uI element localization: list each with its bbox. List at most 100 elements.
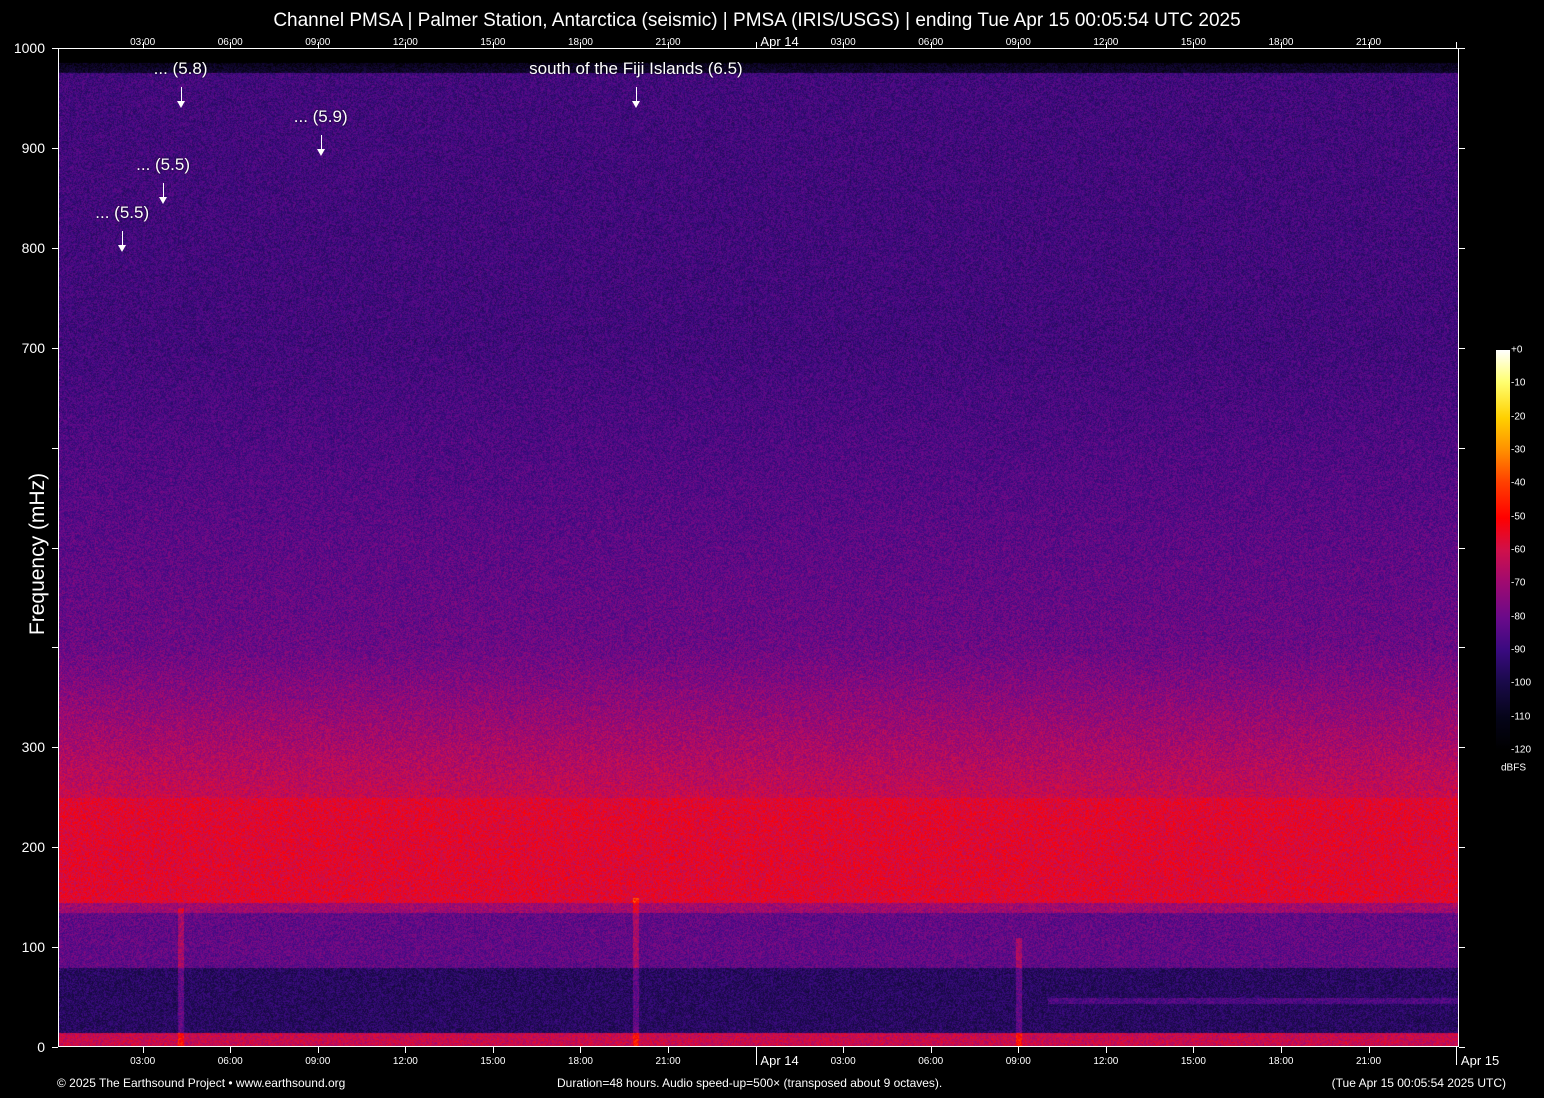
x-tick-top <box>756 42 757 48</box>
y-tick <box>52 548 58 549</box>
y-tick-right <box>1459 1047 1465 1048</box>
x-tick-label: Apr 14 <box>760 1053 798 1068</box>
x-tick-label: 18:00 <box>1268 1056 1293 1067</box>
x-tick-label: 03:00 <box>130 1056 155 1067</box>
y-tick <box>52 48 58 49</box>
y-tick <box>52 448 58 449</box>
colorbar-tick-label: -70 <box>1511 578 1525 589</box>
x-tick-label: 12:00 <box>393 1056 418 1067</box>
y-axis-label: Frequency (mHz) <box>26 464 50 644</box>
x-tick-label-top: 12:00 <box>393 37 418 48</box>
colorbar-tick-label: -40 <box>1511 478 1525 489</box>
colorbar-tick-label: -20 <box>1511 411 1525 422</box>
y-tick-right <box>1459 248 1465 249</box>
x-tick-bottom <box>1018 1047 1019 1053</box>
x-tick-bottom <box>931 1047 932 1053</box>
y-tick-right <box>1459 548 1465 549</box>
colorbar-tick-label: -120 <box>1511 745 1531 756</box>
colorbar-tick-label: -110 <box>1511 711 1530 722</box>
x-tick-bottom <box>230 1047 231 1053</box>
x-tick-bottom <box>493 1047 494 1053</box>
event-arrow-icon <box>163 183 164 198</box>
x-tick-label: 06:00 <box>218 1056 243 1067</box>
x-tick-label-top: 12:00 <box>1093 37 1118 48</box>
y-tick <box>52 148 58 149</box>
x-tick-label-top: Apr 14 <box>760 34 798 49</box>
y-tick-right <box>1459 647 1465 648</box>
y-tick-right <box>1459 448 1465 449</box>
chart-title: Channel PMSA | Palmer Station, Antarctic… <box>0 10 1514 32</box>
x-tick-label: 21:00 <box>656 1056 681 1067</box>
colorbar-unit: dBFS <box>1501 763 1526 774</box>
event-arrow-icon <box>181 87 182 102</box>
colorbar-tick-label: -10 <box>1511 378 1525 389</box>
x-tick-label: 15:00 <box>1181 1056 1206 1067</box>
y-tick-label: 800 <box>5 240 45 256</box>
x-tick-label-top: 15:00 <box>480 37 505 48</box>
event-label: ... (5.8) <box>154 59 208 79</box>
x-tick-bottom <box>1369 1047 1370 1053</box>
event-label: ... (5.5) <box>95 203 149 223</box>
y-tick <box>52 647 58 648</box>
y-tick-right <box>1459 747 1465 748</box>
x-tick-label-top: 09:00 <box>305 37 330 48</box>
x-tick-bottom <box>756 1047 757 1065</box>
x-tick-label-top: 18:00 <box>568 37 593 48</box>
x-tick-label: 09:00 <box>305 1056 330 1067</box>
spectrogram-image <box>58 48 1459 1047</box>
ending-time: (Tue Apr 15 00:05:54 2025 UTC) <box>1332 1076 1506 1090</box>
y-tick-label: 0 <box>5 1039 45 1055</box>
x-tick-label: 15:00 <box>480 1056 505 1067</box>
colorbar-tick-label: +0 <box>1511 345 1522 356</box>
y-tick-right <box>1459 48 1465 49</box>
x-tick-label-top: 15:00 <box>1181 37 1206 48</box>
event-label: south of the Fiji Islands (6.5) <box>529 59 743 79</box>
x-tick-bottom <box>1281 1047 1282 1053</box>
x-tick-label: 18:00 <box>568 1056 593 1067</box>
y-tick-label: 900 <box>5 140 45 156</box>
x-tick-bottom <box>580 1047 581 1053</box>
spectrogram <box>58 48 1459 1047</box>
x-tick-bottom <box>318 1047 319 1053</box>
y-tick-right <box>1459 148 1465 149</box>
y-tick-right <box>1459 947 1465 948</box>
x-tick-bottom <box>1193 1047 1194 1053</box>
x-tick-label-top: 21:00 <box>656 37 681 48</box>
duration-note: Duration=48 hours. Audio speed-up=500× (… <box>557 1076 942 1090</box>
event-arrow-icon <box>122 231 123 246</box>
y-tick <box>52 847 58 848</box>
x-tick-label-top: 06:00 <box>218 37 243 48</box>
x-tick-label: 12:00 <box>1093 1056 1118 1067</box>
x-tick-top <box>1456 42 1457 48</box>
x-tick-bottom <box>405 1047 406 1053</box>
y-tick-label: 1000 <box>5 40 45 56</box>
colorbar-tick-label: -30 <box>1511 445 1525 456</box>
colorbar-tick-label: -80 <box>1511 611 1525 622</box>
y-tick-right <box>1459 348 1465 349</box>
event-label: ... (5.5) <box>136 155 190 175</box>
colorbar-tick-label: -50 <box>1511 511 1525 522</box>
x-tick-label-top: 06:00 <box>918 37 943 48</box>
y-tick <box>52 747 58 748</box>
x-tick-bottom <box>1456 1047 1457 1065</box>
y-tick-right <box>1459 847 1465 848</box>
y-tick <box>52 947 58 948</box>
x-tick-bottom <box>668 1047 669 1053</box>
colorbar-tick-label: -60 <box>1511 545 1525 556</box>
y-tick <box>52 348 58 349</box>
x-tick-label-top: 09:00 <box>1006 37 1031 48</box>
x-tick-label: 09:00 <box>1006 1056 1031 1067</box>
colorbar-tick-label: -100 <box>1511 678 1531 689</box>
colorbar-tick-label: -90 <box>1511 645 1525 656</box>
x-tick-label-top: 03:00 <box>831 37 856 48</box>
x-tick-label-top: 21:00 <box>1356 37 1381 48</box>
colorbar <box>1496 350 1510 750</box>
event-arrow-icon <box>321 135 322 150</box>
y-tick <box>52 248 58 249</box>
x-tick-label: 03:00 <box>831 1056 856 1067</box>
x-tick-bottom <box>1106 1047 1107 1053</box>
event-arrow-icon <box>636 87 637 102</box>
y-tick-label: 300 <box>5 739 45 755</box>
x-tick-label: 21:00 <box>1356 1056 1381 1067</box>
x-tick-label-top: 18:00 <box>1268 37 1293 48</box>
